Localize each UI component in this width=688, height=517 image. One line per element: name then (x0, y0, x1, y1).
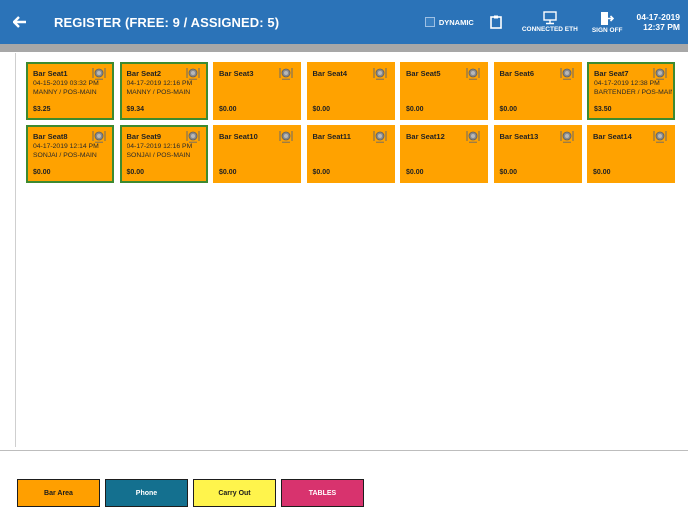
seat-name: Bar Seat5 (406, 69, 441, 78)
clock: 04-17-2019 12:37 PM (637, 12, 680, 32)
seat-tile[interactable]: Bar Seat2 04-17-2019 12:16 PM MANNY / POS-… (119, 62, 208, 120)
monitor-icon (543, 11, 557, 25)
seat-name: Bar Seat14 (593, 132, 632, 141)
seat-tile[interactable]: Bar Seat14 $0.00 (587, 125, 675, 183)
clock-date: 04-17-2019 (636, 12, 680, 22)
footer-divider (0, 450, 688, 451)
plate-fork-knife-icon (560, 130, 574, 147)
dynamic-checkbox[interactable] (424, 17, 435, 27)
clock-time: 12:37 PM (643, 22, 680, 32)
seat-name: Bar Seat8 (33, 132, 68, 141)
seat-name: Bar Seat1 (33, 69, 68, 78)
header-divider (0, 44, 688, 52)
seat-opened-time: 04-17-2019 12:16 PM (126, 143, 193, 150)
page-title: REGISTER (FREE: 9 / ASSIGNED: 5) (54, 14, 280, 30)
seat-name: Bar Seat10 (219, 132, 258, 141)
seat-tile[interactable]: Bar Seat8 04-17-2019 12:14 PM SONJAI / POS… (26, 125, 114, 183)
seat-name: Bar Seat4 (312, 69, 348, 78)
seat-tile[interactable]: Bar Seat7 04-17-2019 12:38 PM BARTENDER / … (587, 62, 675, 120)
plate-fork-knife-icon (279, 130, 293, 147)
area-button-carry-out[interactable]: Carry Out (193, 479, 276, 507)
seat-tile[interactable]: Bar Seat10 $0.00 (213, 125, 301, 183)
seat-tile[interactable]: Bar Seat11 $0.00 (306, 125, 395, 183)
sign-off-label: SIGN OFF (591, 26, 623, 34)
seat-amount: $3.25 (33, 105, 51, 113)
seat-name: Bar Seat2 (126, 69, 162, 78)
header-bar: REGISTER (FREE: 9 / ASSIGNED: 5) DYNAMIC… (0, 0, 688, 44)
plate-fork-knife-icon (466, 67, 480, 84)
seat-amount: $0.00 (406, 105, 424, 113)
seat-name: Bar Seat6 (499, 69, 535, 78)
seat-tile[interactable]: Bar Seat1 04-15-2019 03:32 PM MANNY / POS-… (26, 62, 114, 120)
seat-amount: $0.00 (33, 168, 51, 176)
seat-name: Bar Seat9 (126, 132, 162, 141)
connection-status[interactable]: CONNECTED ETH (522, 11, 578, 33)
seat-amount: $0.00 (126, 168, 145, 176)
seat-opened-time: 04-17-2019 12:16 PM (126, 80, 193, 87)
plate-fork-knife-icon (560, 67, 574, 84)
seat-amount: $0.00 (219, 105, 237, 113)
seat-tile[interactable]: Bar Seat5 $0.00 (400, 62, 488, 120)
seat-grid: Bar Seat1 04-15-2019 03:32 PM MANNY / POS-… (15, 53, 688, 447)
seat-tile[interactable]: Bar Seat13 $0.00 (493, 125, 582, 183)
seat-name: Bar Seat11 (312, 132, 351, 141)
seat-server: MANNY / POS-MAIN (126, 89, 191, 96)
exit-door-icon (601, 11, 615, 25)
back-button[interactable] (0, 0, 40, 44)
seat-amount: $3.50 (594, 105, 612, 113)
plate-fork-knife-icon (373, 67, 387, 84)
seat-tile[interactable]: Bar Seat3 $0.00 (213, 62, 301, 120)
plate-fork-knife-icon (279, 67, 293, 84)
connection-label: CONNECTED ETH (521, 26, 578, 33)
seat-opened-time: 04-17-2019 12:14 PM (33, 143, 99, 150)
seat-amount: $0.00 (593, 168, 611, 176)
seat-server: SONJAI / POS-MAIN (33, 152, 97, 159)
seat-name: Bar Seat3 (219, 69, 254, 78)
seat-tile[interactable]: Bar Seat6 $0.00 (493, 62, 582, 120)
area-bar: Bar Area Phone Carry Out TABLES (17, 479, 364, 509)
area-button-tables[interactable]: TABLES (281, 479, 364, 507)
dynamic-toggle[interactable]: DYNAMIC (424, 17, 474, 27)
seat-tile[interactable]: Bar Seat12 $0.00 (400, 125, 488, 183)
seat-amount: $0.00 (312, 105, 331, 113)
seat-name: Bar Seat12 (406, 132, 445, 141)
seat-server: BARTENDER / POS-MAIN (594, 89, 672, 96)
arrow-left-icon (13, 16, 26, 28)
seat-amount: $9.34 (126, 105, 145, 113)
seat-tile[interactable]: Bar Seat9 04-17-2019 12:16 PM SONJAI / POS… (119, 125, 208, 183)
seat-opened-time: 04-15-2019 03:32 PM (33, 80, 99, 87)
clipboard-icon (490, 15, 502, 29)
area-button-phone[interactable]: Phone (105, 479, 188, 507)
clipboard-button[interactable] (486, 0, 506, 44)
seat-name: Bar Seat13 (499, 132, 539, 141)
seat-server: SONJAI / POS-MAIN (126, 152, 191, 159)
plate-fork-knife-icon (373, 130, 387, 147)
seat-amount: $0.00 (499, 105, 518, 113)
plate-fork-knife-icon (653, 130, 667, 147)
seat-server: MANNY / POS-MAIN (33, 89, 97, 96)
plate-fork-knife-icon (466, 130, 480, 147)
seat-amount: $0.00 (312, 168, 331, 176)
dynamic-label: DYNAMIC (438, 17, 474, 27)
seat-opened-time: 04-17-2019 12:38 PM (594, 80, 660, 87)
seat-amount: $0.00 (219, 168, 237, 176)
seat-amount: $0.00 (406, 168, 424, 176)
seat-name: Bar Seat7 (594, 69, 629, 78)
seat-tile[interactable]: Bar Seat4 $0.00 (306, 62, 395, 120)
area-button-bar-area[interactable]: Bar Area (17, 479, 100, 507)
sign-off-button[interactable]: SIGN OFF (592, 11, 623, 34)
seat-amount: $0.00 (499, 168, 518, 176)
